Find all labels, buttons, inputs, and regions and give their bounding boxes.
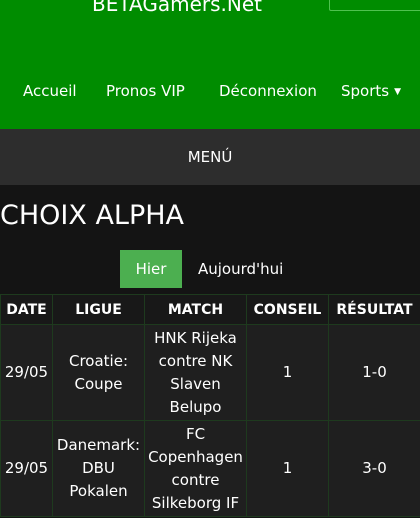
cell-league: Danemark: DBU Pokalen [52,420,145,517]
menu-toggle[interactable]: MENÚ [0,129,420,185]
header-input-box[interactable] [329,0,420,11]
nav-item-accueil[interactable]: Accueil [23,80,77,102]
nav-item-sports[interactable]: Sports ▼ [341,80,401,105]
column-header-date: DATE [0,294,53,325]
column-header-match: MATCH [144,294,247,325]
table-header-row: DATE LIGUE MATCH CONSEIL RÉSULTAT [0,294,420,325]
nav-item-deconnexion[interactable]: Déconnexion [219,80,317,102]
cell-result: 3-0 [328,420,420,517]
cell-advice: 1 [246,324,329,421]
cell-match: HNK Rijeka contre NK Slaven Belupo [144,324,247,421]
cell-date: 29/05 [0,324,53,421]
cell-match: FC Copenhagen contre Silkeborg IF [144,420,247,517]
site-header: BETAGamers.Net Accueil Pronos VIP Déconn… [0,0,420,129]
table-row: 29/05 Danemark: DBU Pokalen FC Copenhage… [0,420,420,517]
nav-item-pronos-vip[interactable]: Pronos VIP [106,80,185,102]
cell-date: 29/05 [0,420,53,517]
tab-aujourdhui[interactable]: Aujourd'hui [198,250,283,288]
column-header-advice: CONSEIL [246,294,329,325]
cell-league: Croatie: Coupe [52,324,145,421]
cell-result: 1-0 [328,324,420,421]
tips-table: DATE LIGUE MATCH CONSEIL RÉSULTAT 29/05 … [0,294,420,517]
site-logo[interactable]: BETAGamers.Net [92,0,262,16]
caret-down-icon: ▼ [394,87,402,97]
table-row: 29/05 Croatie: Coupe HNK Rijeka contre N… [0,324,420,421]
day-tabs: Hier Aujourd'hui [0,250,420,288]
nav-item-sports-label: Sports [341,82,390,100]
page-title: CHOIX ALPHA [0,200,185,231]
menu-label: MENÚ [187,148,233,166]
column-header-league: LIGUE [52,294,145,325]
column-header-result: RÉSULTAT [328,294,420,325]
tab-hier[interactable]: Hier [120,250,182,288]
cell-advice: 1 [246,420,329,517]
main-nav: Accueil Pronos VIP Déconnexion Sports ▼ [0,80,420,102]
